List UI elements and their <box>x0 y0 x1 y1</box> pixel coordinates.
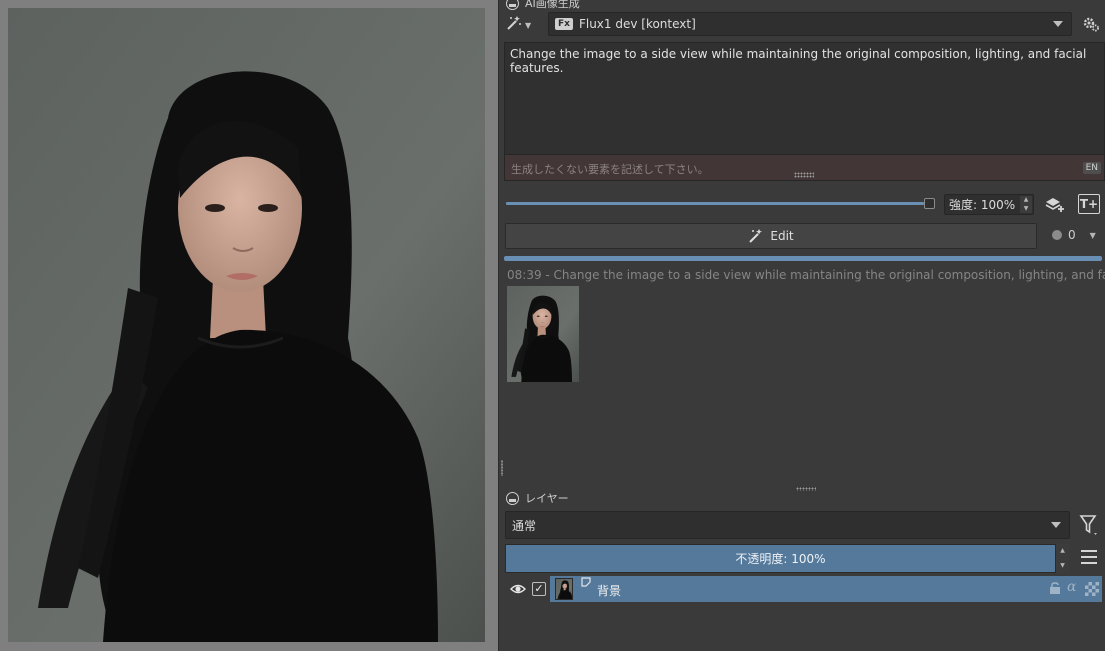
dock-lock-icon[interactable] <box>506 491 519 505</box>
history-thumbnail[interactable] <box>507 286 579 382</box>
workspace-mode-button[interactable]: ▼ <box>506 15 538 35</box>
chevron-down-icon[interactable]: ▼ <box>1024 205 1029 213</box>
filter-icon <box>1079 515 1097 535</box>
eye-icon[interactable] <box>510 581 526 597</box>
lock-icon[interactable] <box>1049 582 1061 597</box>
inherit-alpha-icon[interactable] <box>1085 582 1099 596</box>
model-select[interactable]: Fx Flux1 dev [kontext] <box>548 12 1072 36</box>
blend-mode-value: 通常 <box>512 518 537 533</box>
chevron-down-icon[interactable]: ▼ <box>1060 562 1065 570</box>
chevron-down-icon: ▼ <box>1089 230 1096 240</box>
layers-menu-button[interactable] <box>1081 550 1097 564</box>
layer-filter-button[interactable] <box>1079 514 1099 536</box>
layer-stack-add-icon <box>1045 198 1064 212</box>
layers-dock-title: レイヤー <box>506 490 569 506</box>
chevron-down-icon <box>1053 21 1063 27</box>
chevron-up-icon[interactable]: ▲ <box>1060 547 1065 555</box>
canvas-area[interactable] <box>0 0 498 651</box>
dock-lock-icon[interactable] <box>506 0 519 10</box>
layer-row[interactable]: ✓ 背景 α <box>504 576 1102 602</box>
layer-thumbnail <box>555 578 573 600</box>
prompt-input[interactable]: Change the image to a side view while ma… <box>504 42 1105 155</box>
resize-grip[interactable] <box>794 172 814 178</box>
magic-wand-icon <box>749 229 763 243</box>
opacity-slider[interactable]: 不透明度: 100% <box>505 544 1056 573</box>
language-badge[interactable]: EN <box>1082 162 1101 174</box>
queue-status-dot <box>1052 230 1062 240</box>
generation-progress-bar <box>504 256 1102 261</box>
alpha-lock-icon[interactable]: α <box>1067 579 1076 595</box>
add-text-prompt-button[interactable]: T+ <box>1078 194 1100 214</box>
history-entry-text[interactable]: 08:39 - Change the image to a side view … <box>507 268 1105 282</box>
strength-slider-track <box>506 202 924 205</box>
opacity-spin-arrows[interactable]: ▲ ▼ <box>1056 544 1069 573</box>
opacity-label: 不透明度: 100% <box>735 552 826 566</box>
layer-type-icon <box>581 577 591 590</box>
magic-wand-icon <box>506 15 522 35</box>
strength-label: 強度: 100% <box>949 198 1016 212</box>
layer-row-highlight <box>550 576 1102 602</box>
generation-progress-fill <box>504 256 1102 261</box>
chevron-down-icon: ▼ <box>525 20 532 30</box>
queue-indicator[interactable]: 0 ▼ <box>1052 228 1096 242</box>
text-add-icon: T+ <box>1079 197 1099 211</box>
chevron-down-icon <box>1051 522 1061 528</box>
settings-button[interactable] <box>1082 15 1100 33</box>
layer-name[interactable]: 背景 <box>597 582 621 599</box>
strength-spin-arrows[interactable]: ▲ ▼ <box>1020 196 1032 213</box>
model-badge: Fx <box>555 18 573 30</box>
negative-prompt-placeholder: 生成したくない要素を記述して下さい。 <box>511 163 709 176</box>
strength-slider-handle[interactable] <box>924 198 935 209</box>
splitter-grip[interactable] <box>501 460 503 476</box>
queue-count: 0 <box>1068 228 1076 242</box>
layer-active-checkbox[interactable]: ✓ <box>532 582 546 596</box>
dock-resize-grip[interactable] <box>796 487 816 491</box>
strength-spinbox[interactable]: 強度: 100% ▲ ▼ <box>944 194 1034 215</box>
model-name: Flux1 dev [kontext] <box>578 17 696 31</box>
layers-dock-title-text: レイヤー <box>525 492 569 505</box>
ai-dock-title: AI画像生成 <box>506 0 580 11</box>
strength-slider[interactable] <box>506 198 935 210</box>
region-layers-button[interactable] <box>1045 195 1065 215</box>
edit-button[interactable]: Edit <box>505 223 1037 249</box>
blend-mode-select[interactable]: 通常 <box>505 511 1070 539</box>
ai-dock-title-text: AI画像生成 <box>525 0 580 10</box>
gears-icon <box>1083 17 1099 32</box>
layer-list[interactable]: ✓ 背景 α <box>504 576 1105 651</box>
chevron-up-icon[interactable]: ▲ <box>1024 196 1029 204</box>
edit-button-label: Edit <box>770 229 794 243</box>
right-panel: AI画像生成 ▼ Fx Flux1 dev [kontext] Change t… <box>504 0 1105 651</box>
canvas-image[interactable] <box>8 8 485 642</box>
